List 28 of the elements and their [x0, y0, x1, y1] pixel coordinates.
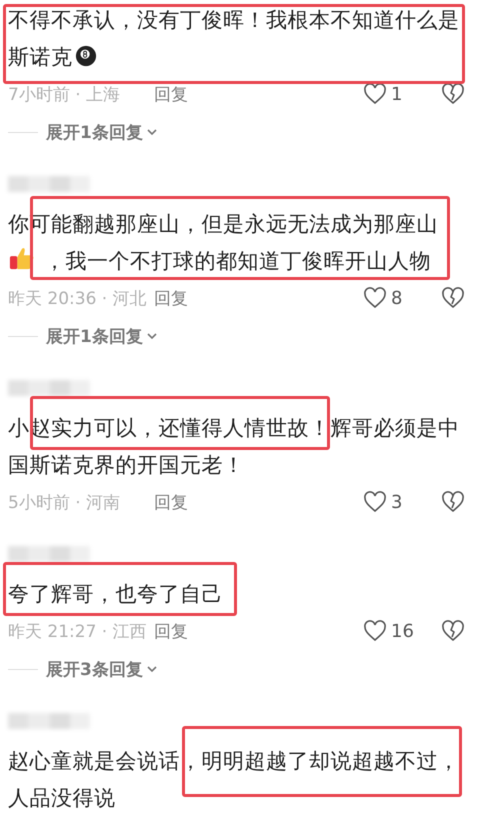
reply-link[interactable]: 回复	[154, 490, 188, 514]
reply-link[interactable]: 回复	[154, 286, 188, 310]
reply-link[interactable]: 回复	[154, 82, 188, 106]
time-location: 昨天 21:27 · 江西	[8, 620, 148, 642]
comment-text: 夸了辉哥，也夸了自己	[8, 581, 224, 608]
expand-replies-button[interactable]: 展开1条回复	[46, 120, 158, 144]
like-icon[interactable]	[363, 286, 387, 310]
like-count: 8	[391, 288, 404, 308]
like-count: 1	[391, 84, 404, 104]
time-location: 7小时前 · 上海	[8, 84, 122, 106]
time-location: 5小时前 · 河南	[8, 492, 122, 514]
expand-replies-button[interactable]: 展开3条回复	[46, 658, 158, 680]
broken-heart-icon[interactable]	[441, 490, 465, 514]
comment-text: 不得不承认，没有丁俊晖！我根本不知道什么是斯诺克	[8, 7, 460, 71]
like-icon[interactable]	[363, 82, 387, 106]
eight-ball-icon	[74, 45, 96, 67]
comment-text: 赵心童就是会说话，明明超越了却说超越不过，人品没得说	[8, 748, 460, 812]
like-count: 16	[391, 620, 415, 642]
expand-replies-button[interactable]: 展开1条回复	[46, 324, 158, 348]
like-count: 3	[391, 492, 404, 512]
reply-link[interactable]: 回复	[154, 620, 188, 642]
broken-heart-icon[interactable]	[441, 286, 465, 310]
broken-heart-icon[interactable]	[441, 82, 465, 106]
time-location: 昨天 20:36 · 河北	[8, 288, 148, 310]
thumbs-up-icon	[8, 245, 36, 271]
like-icon[interactable]	[363, 490, 387, 514]
broken-heart-icon[interactable]	[441, 619, 465, 643]
like-icon[interactable]	[363, 619, 387, 643]
